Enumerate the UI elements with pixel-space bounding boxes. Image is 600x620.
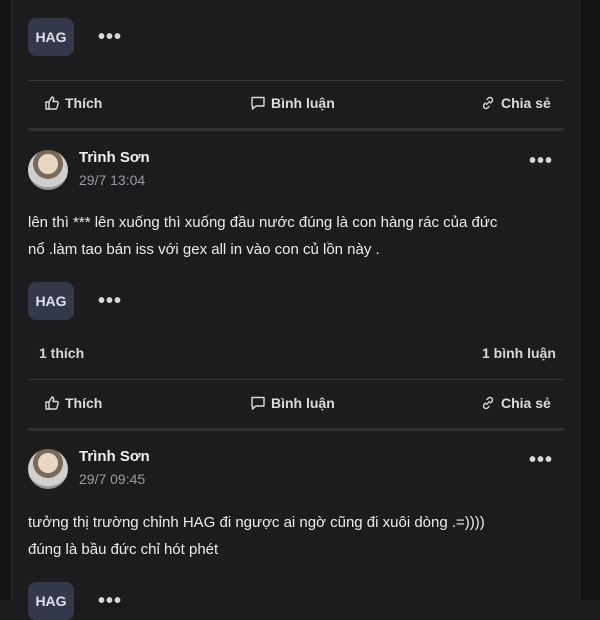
post-content-line: đúng là bầu đức chỉ hót phét [28, 541, 219, 558]
like-label: Thích [65, 395, 103, 411]
left-frame [0, 0, 12, 600]
comment-button[interactable]: Bình luận [250, 95, 335, 111]
comment-button[interactable]: Bình luận [250, 395, 335, 411]
like-button[interactable]: Thích [44, 395, 102, 411]
post-timestamp: 29/7 09:45 [79, 471, 146, 487]
post-content: lên thì *** lên xuống thì xuống đầu nước… [28, 209, 564, 263]
divider [28, 379, 564, 380]
more-options-icon[interactable]: ••• [98, 27, 122, 47]
post-content-line: tưởng thị trường chỉnh HAG đi ngược ai n… [28, 514, 485, 531]
like-label: Thích [65, 95, 103, 111]
like-count[interactable]: 1 thích [39, 345, 84, 361]
more-options-icon[interactable]: ••• [98, 291, 122, 311]
comment-icon [251, 396, 265, 410]
avatar[interactable] [28, 449, 68, 489]
more-options-icon[interactable]: ••• [529, 151, 553, 171]
thumbs-up-icon [45, 396, 59, 410]
author-name[interactable]: Trình Sơn [79, 448, 150, 465]
more-options-icon[interactable]: ••• [98, 591, 122, 611]
thumbs-up-icon [45, 96, 59, 110]
avatar[interactable] [28, 150, 68, 190]
post-content-line: nổ .làm tao bán iss với gex all in vào c… [28, 241, 380, 258]
share-label: Chia sẻ [501, 95, 551, 111]
link-icon [482, 396, 494, 410]
like-button[interactable]: Thích [44, 95, 102, 111]
post-timestamp: 29/7 13:04 [79, 172, 146, 188]
link-icon [482, 96, 494, 110]
comment-count[interactable]: 1 bình luận [482, 345, 556, 361]
stock-tag-hag[interactable]: HAG [28, 18, 74, 56]
stock-tag-hag[interactable]: HAG [28, 282, 74, 320]
stock-tag-hag[interactable]: HAG [28, 582, 74, 620]
share-label: Chia sẻ [501, 395, 551, 411]
comment-label: Bình luận [271, 95, 335, 111]
post-separator [28, 428, 564, 431]
post-content-line: lên thì *** lên xuống thì xuống đầu nước… [28, 214, 498, 231]
comment-label: Bình luận [271, 395, 335, 411]
share-button[interactable]: Chia sẻ [480, 95, 551, 111]
divider [28, 80, 564, 81]
post-content: tưởng thị trường chỉnh HAG đi ngược ai n… [28, 509, 564, 563]
share-button[interactable]: Chia sẻ [480, 395, 551, 411]
right-scroll-area[interactable] [579, 0, 600, 600]
post-separator [28, 128, 564, 131]
more-options-icon[interactable]: ••• [529, 450, 553, 470]
author-name[interactable]: Trình Sơn [79, 149, 150, 166]
comment-icon [251, 96, 265, 110]
